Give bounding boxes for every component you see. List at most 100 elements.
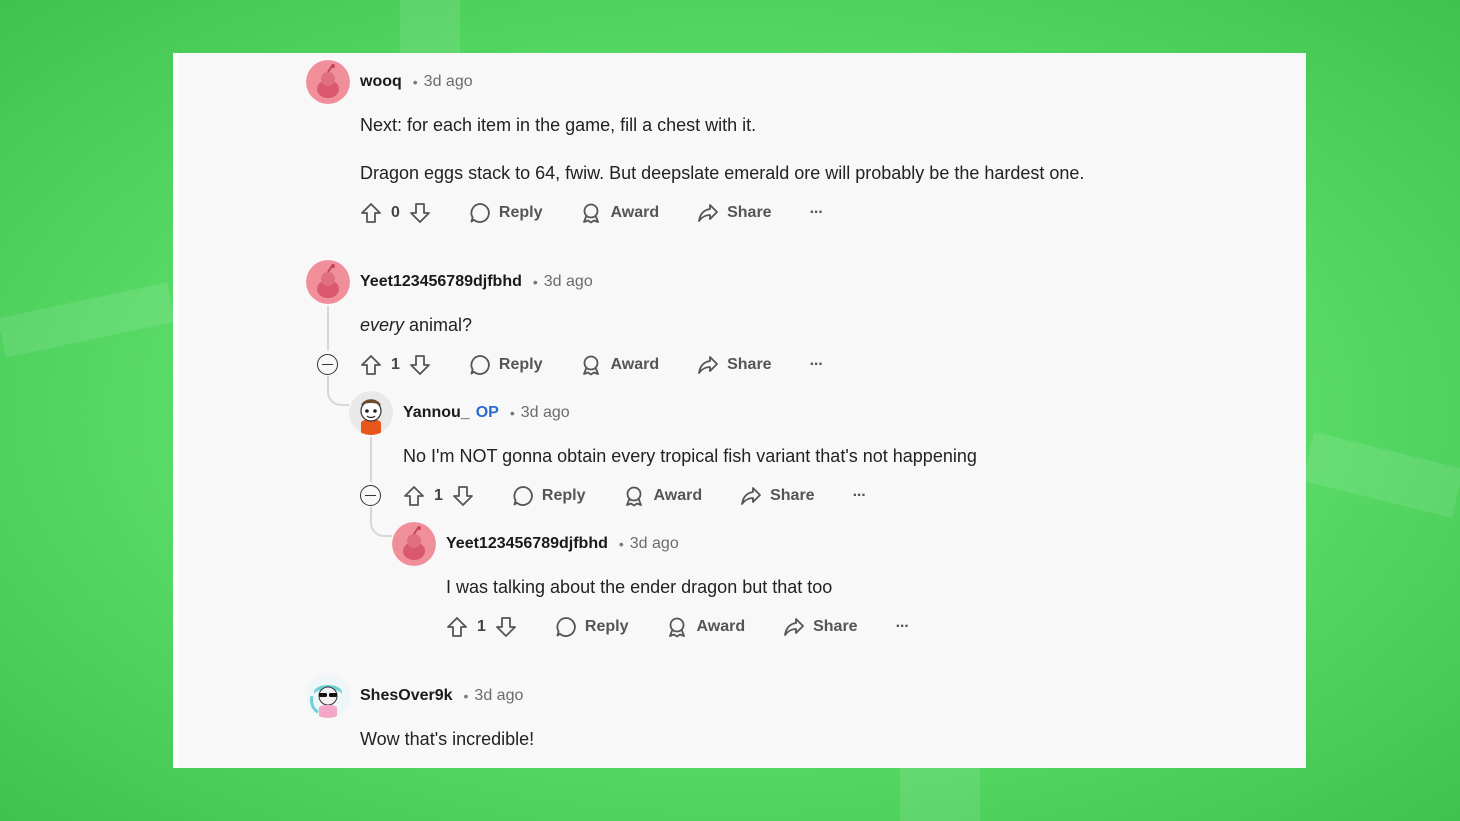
more-options-button[interactable]: ··· <box>852 487 867 505</box>
username-link[interactable]: ShesOver9k <box>360 687 453 705</box>
background-ray <box>900 768 980 821</box>
share-button[interactable]: Share <box>697 202 772 224</box>
comment-meta: Yeet123456789djfbhd • 3d ago <box>446 535 679 553</box>
downvote-button[interactable] <box>409 354 431 376</box>
more-options-button[interactable]: ··· <box>895 618 910 636</box>
user-avatar[interactable] <box>306 260 350 304</box>
share-icon <box>698 356 718 374</box>
comment-actions: 1 Reply Award Share ··· <box>403 481 867 511</box>
reply-bubble-icon <box>556 617 576 637</box>
comment-meta: wooq • 3d ago <box>360 73 473 91</box>
share-icon <box>698 204 718 222</box>
user-avatar[interactable] <box>306 674 350 718</box>
comment-meta: Yeet123456789djfbhd • 3d ago <box>360 273 593 291</box>
thread-connector <box>370 507 392 537</box>
collapse-icon[interactable] <box>360 485 381 506</box>
snoo-sunglasses-avatar-icon <box>306 674 350 718</box>
user-avatar[interactable] <box>349 391 393 435</box>
more-icon: ··· <box>809 204 824 221</box>
timestamp[interactable]: 3d ago <box>424 73 473 91</box>
reply-bubble-icon <box>470 203 490 223</box>
upvote-icon <box>361 355 381 375</box>
user-avatar[interactable] <box>392 522 436 566</box>
snoo-pink-avatar-icon <box>306 260 350 304</box>
comment-actions: 0 Reply Award Share ··· <box>360 198 824 228</box>
comment-text: I was talking about the ender dragon but… <box>446 577 833 597</box>
share-button[interactable]: Share <box>697 354 772 376</box>
reply-button[interactable]: Reply <box>512 485 585 507</box>
award-icon <box>583 355 600 376</box>
upvote-icon <box>447 617 467 637</box>
comment-actions: 1 Reply Award Share ··· <box>360 350 824 380</box>
user-avatar[interactable] <box>306 60 350 104</box>
background-ray <box>1302 432 1460 518</box>
username-link[interactable]: Yannou_ <box>403 404 470 422</box>
background-ray <box>400 0 460 53</box>
background-ray <box>0 282 176 358</box>
more-options-button[interactable]: ··· <box>809 204 824 222</box>
username-link[interactable]: wooq <box>360 73 402 91</box>
timestamp[interactable]: 3d ago <box>474 687 523 705</box>
reply-button[interactable]: Reply <box>469 202 542 224</box>
share-icon <box>784 618 804 636</box>
thread-connector <box>327 376 349 406</box>
award-button[interactable]: Award <box>580 202 659 224</box>
comment-meta: Yannou_ OP • 3d ago <box>403 404 570 422</box>
more-options-button[interactable]: ··· <box>809 356 824 374</box>
downvote-icon <box>410 203 430 223</box>
comment-text: No I'm NOT gonna obtain every tropical f… <box>403 446 977 466</box>
timestamp[interactable]: 3d ago <box>544 273 593 291</box>
emphasized-text: every <box>360 315 405 335</box>
collapse-icon[interactable] <box>317 354 338 375</box>
snoo-custom-avatar-icon <box>349 391 393 435</box>
comment-text: every animal? <box>360 315 473 335</box>
downvote-button[interactable] <box>409 202 431 224</box>
thread-line <box>370 437 372 482</box>
reply-button[interactable]: Reply <box>555 616 628 638</box>
timestamp[interactable]: 3d ago <box>630 535 679 553</box>
vote-count: 0 <box>391 204 400 221</box>
more-icon: ··· <box>895 618 910 635</box>
award-icon <box>583 203 600 224</box>
award-icon <box>626 486 643 507</box>
award-button[interactable]: Award <box>666 616 745 638</box>
comment-text: Next: for each item in the game, fill a … <box>360 115 757 135</box>
thread-line <box>327 306 329 351</box>
upvote-button[interactable] <box>403 485 425 507</box>
op-badge: OP <box>475 404 499 421</box>
more-icon: ··· <box>852 487 867 504</box>
more-icon: ··· <box>809 356 824 373</box>
downvote-icon <box>410 355 430 375</box>
award-button[interactable]: Award <box>580 354 659 376</box>
comment-meta: ShesOver9k • 3d ago <box>360 687 524 705</box>
reply-bubble-icon <box>513 486 533 506</box>
downvote-button[interactable] <box>452 485 474 507</box>
downvote-button[interactable] <box>495 616 517 638</box>
award-icon <box>669 617 686 638</box>
comment-thread-panel: wooq • 3d ago Next: for each item in the… <box>173 53 1306 768</box>
vote-count: 1 <box>434 487 443 504</box>
vote-count: 1 <box>477 618 486 635</box>
upvote-icon <box>361 203 381 223</box>
username-link[interactable]: Yeet123456789djfbhd <box>360 273 522 291</box>
comment-text: Dragon eggs stack to 64, fwiw. But deeps… <box>360 163 1085 183</box>
upvote-button[interactable] <box>360 354 382 376</box>
username-link[interactable]: Yeet123456789djfbhd <box>446 535 608 553</box>
comment-actions: 1 Reply Award Share ··· <box>446 612 910 642</box>
upvote-button[interactable] <box>360 202 382 224</box>
upvote-icon <box>404 486 424 506</box>
comment-text: Wow that's incredible! <box>360 729 535 749</box>
upvote-button[interactable] <box>446 616 468 638</box>
downvote-icon <box>453 486 473 506</box>
award-button[interactable]: Award <box>623 485 702 507</box>
share-button[interactable]: Share <box>783 616 858 638</box>
timestamp[interactable]: 3d ago <box>521 404 570 422</box>
snoo-pink-avatar-icon <box>392 522 436 566</box>
share-button[interactable]: Share <box>740 485 815 507</box>
snoo-pink-avatar-icon <box>306 60 350 104</box>
reply-bubble-icon <box>470 355 490 375</box>
vote-count: 1 <box>391 356 400 373</box>
downvote-icon <box>496 617 516 637</box>
share-icon <box>741 487 761 505</box>
reply-button[interactable]: Reply <box>469 354 542 376</box>
